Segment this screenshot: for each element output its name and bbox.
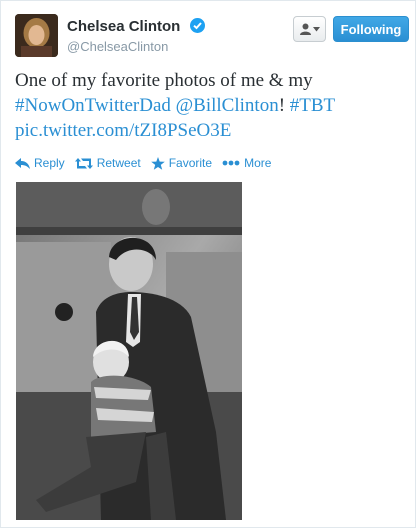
reply-icon <box>15 157 30 169</box>
user-icon <box>299 23 311 35</box>
reply-button[interactable]: Reply <box>15 156 65 170</box>
tweet-text-exclamation: ! <box>278 95 286 116</box>
tweet-card: Chelsea Clinton @ChelseaClinton Followin… <box>0 0 416 528</box>
retweet-icon <box>74 157 93 169</box>
hashtag-tbt-link[interactable]: #TBT <box>290 95 335 116</box>
tweet-text: One of my favorite photos of me & my #No… <box>15 68 407 143</box>
chevron-down-icon <box>312 26 320 31</box>
author-handle[interactable]: @ChelseaClinton <box>67 39 168 54</box>
author-name[interactable]: Chelsea Clinton <box>67 18 205 35</box>
hashtag-nowontwitterdad-link[interactable]: #NowOnTwitterDad <box>15 95 171 116</box>
mention-billclinton-link[interactable]: @BillClinton <box>176 95 279 116</box>
more-label: More <box>244 156 272 170</box>
more-button[interactable]: More <box>222 156 271 170</box>
more-icon <box>222 160 240 166</box>
reply-label: Reply <box>34 156 65 170</box>
avatar-photo <box>15 14 58 57</box>
retweet-button[interactable]: Retweet <box>74 156 141 170</box>
avatar[interactable] <box>15 14 58 57</box>
tweet-text-plain: One of my favorite photos of me & my <box>15 70 313 91</box>
user-actions-button[interactable] <box>293 16 326 42</box>
tweet-actions: Reply Retweet Favorite More <box>15 156 281 170</box>
author-name-text[interactable]: Chelsea Clinton <box>67 18 180 35</box>
tweet-photo[interactable] <box>16 182 242 520</box>
pic-link[interactable]: pic.twitter.com/tZI8PSeO3E <box>15 120 231 141</box>
favorite-label: Favorite <box>168 156 213 170</box>
black-and-white-photo <box>16 182 242 520</box>
favorite-button[interactable]: Favorite <box>150 156 213 170</box>
retweet-label: Retweet <box>96 156 141 170</box>
verified-icon <box>189 18 205 33</box>
star-icon <box>150 156 165 170</box>
following-button[interactable]: Following <box>333 16 409 42</box>
